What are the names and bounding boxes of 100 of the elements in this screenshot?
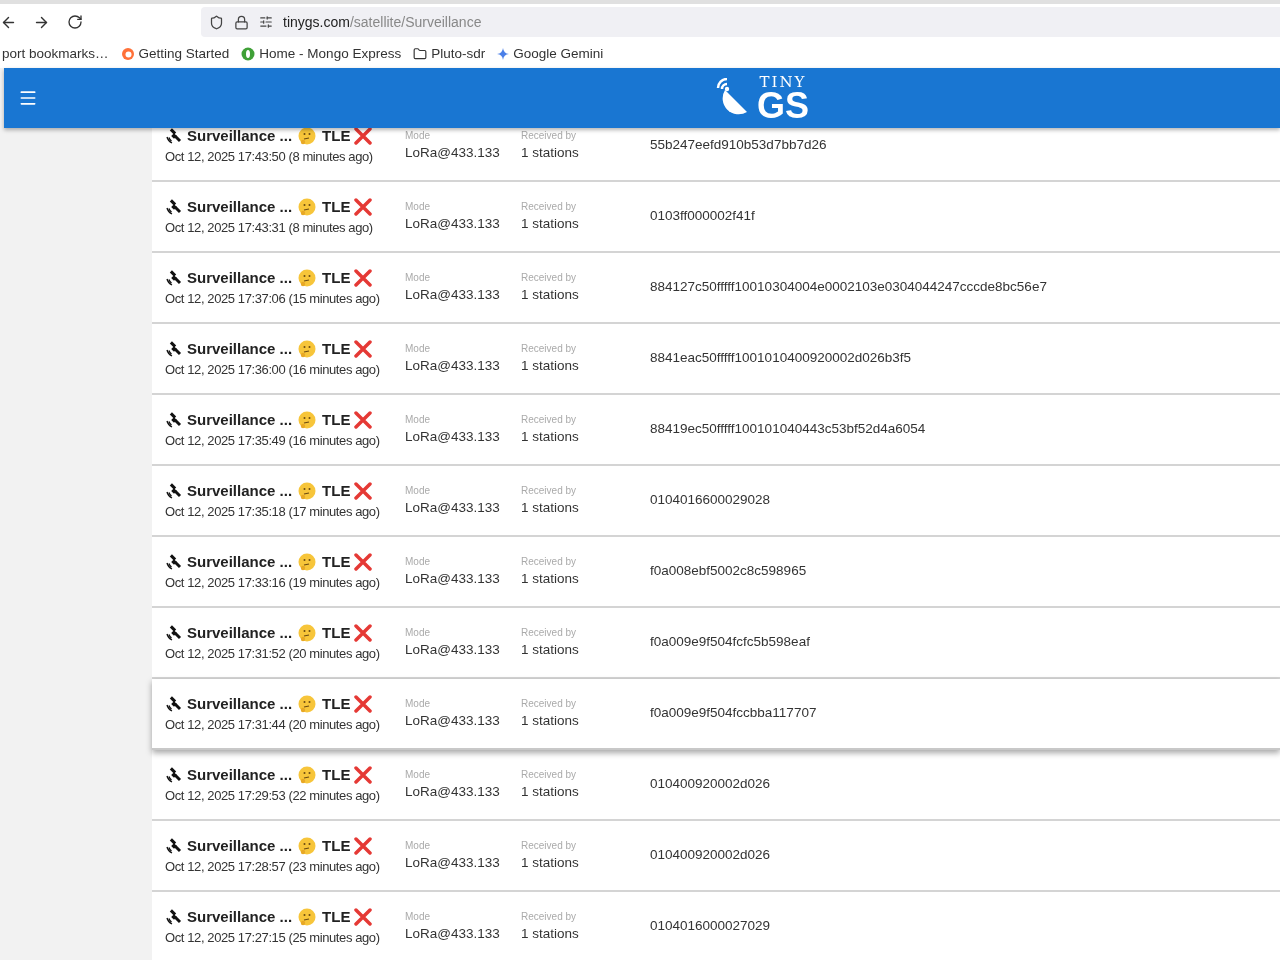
mode-label: Mode: [405, 554, 431, 569]
bookmark-item[interactable]: Home - Mongo Express: [241, 43, 402, 65]
received-label: Received by: [521, 625, 578, 640]
packet-date: Oct 12, 2025 17:35:18 (17 minutes ago): [165, 502, 380, 521]
packet-card[interactable]: Surveillance ... TLE Oct 12, 2025 17:35:49 (16 minutes ago) Mode LoRa@433.133 Received by 1 stations 88419ec50fffff100101040443c53bf52d4a6054: [152, 395, 1280, 466]
mode-value: LoRa@433.133: [405, 427, 501, 446]
satellite-name: Surveillance ...: [187, 196, 293, 217]
packet-card[interactable]: Surveillance ... TLE Oct 12, 2025 17:37:06 (15 minutes ago) Mode LoRa@433.133 Received by 1 stations 884127c50fffff10010304004e0002103e0304044247cccde8bc56e7: [152, 253, 1280, 324]
tle-label: TLE: [322, 764, 351, 785]
shield-icon: [209, 14, 224, 30]
tle-label: TLE: [322, 267, 351, 288]
packet-card[interactable]: Surveillance ... TLE Oct 12, 2025 17:28:57 (23 minutes ago) Mode LoRa@433.133 Received by 1 stations 010400920002d026: [152, 821, 1280, 892]
received-value: 1 stations: [521, 285, 580, 304]
mode-value: LoRa@433.133: [405, 782, 501, 801]
cross-icon: [354, 268, 373, 287]
cross-icon: [354, 694, 373, 713]
satellite-icon: [165, 128, 183, 145]
thinking-face-icon: [298, 765, 317, 784]
tle-label: TLE: [322, 693, 351, 714]
bookmark-item[interactable]: Google Gemini: [497, 43, 604, 65]
thinking-face-icon: [298, 836, 317, 855]
tle-label: TLE: [322, 409, 351, 430]
packet-card[interactable]: Surveillance ... TLE Oct 12, 2025 17:33:16 (19 minutes ago) Mode LoRa@433.133 Received by 1 stations f0a008ebf5002c8c598965: [152, 537, 1280, 608]
cross-icon: [354, 765, 373, 784]
satellite-icon: [165, 552, 183, 571]
cross-icon: [354, 836, 373, 855]
packet-date: Oct 12, 2025 17:37:06 (15 minutes ago): [165, 289, 380, 308]
satellite-name: Surveillance ...: [187, 480, 293, 501]
bookmark-item[interactable]: port bookmarks…: [2, 43, 109, 65]
tle-label: TLE: [322, 128, 351, 146]
bookmark-item[interactable]: Getting Started: [120, 43, 230, 65]
satellite-name: Surveillance ...: [187, 622, 293, 643]
thinking-face-icon: [298, 907, 317, 926]
packet-card[interactable]: Surveillance ... TLE Oct 12, 2025 17:35:18 (17 minutes ago) Mode LoRa@433.133 Received by 1 stations 0104016600029028: [152, 466, 1280, 537]
received-label: Received by: [521, 199, 578, 214]
cross-icon: [354, 481, 373, 500]
packet-card[interactable]: Surveillance ... TLE Oct 12, 2025 17:43:50 (8 minutes ago) Mode LoRa@433.133 Received by 1 stations 55b247eefd910b53d7bb7d26: [152, 128, 1280, 182]
packet-date: Oct 12, 2025 17:43:50 (8 minutes ago): [165, 147, 373, 166]
packet-card[interactable]: Surveillance ... TLE Oct 12, 2025 17:27:15 (25 minutes ago) Mode LoRa@433.133 Received by 1 stations 0104016000027029: [152, 892, 1280, 960]
permissions-icon: [259, 15, 273, 29]
thinking-face-icon: [298, 552, 317, 571]
received-value: 1 stations: [521, 498, 580, 517]
satellite-icon: [165, 694, 183, 713]
received-label: Received by: [521, 838, 578, 853]
received-label: Received by: [521, 128, 578, 143]
mode-value: LoRa@433.133: [405, 214, 501, 233]
tle-label: TLE: [322, 480, 351, 501]
packet-data: f0a009e9f504fcfc5b598eaf: [650, 633, 810, 652]
bookmark-item[interactable]: Pluto-sdr: [413, 43, 486, 65]
reload-icon[interactable]: [67, 14, 83, 30]
browser-logo-icon: [120, 47, 135, 61]
packet-data: f0a008ebf5002c8c598965: [650, 562, 807, 581]
thinking-face-icon: [298, 694, 317, 713]
packet-date: Oct 12, 2025 17:31:44 (20 minutes ago): [165, 715, 380, 734]
received-label: Received by: [521, 554, 578, 569]
mode-label: Mode: [405, 909, 431, 924]
sparkle-icon: [497, 48, 510, 60]
cross-icon: [354, 907, 373, 926]
packet-card[interactable]: Surveillance ... TLE Oct 12, 2025 17:31:52 (20 minutes ago) Mode LoRa@433.133 Received by 1 stations f0a009e9f504fcfc5b598eaf: [152, 608, 1280, 679]
packet-card[interactable]: Surveillance ... TLE Oct 12, 2025 17:36:00 (16 minutes ago) Mode LoRa@433.133 Received by 1 stations 8841eac50fffff1001010400920002d026b3f5: [152, 324, 1280, 395]
received-value: 1 stations: [521, 924, 580, 943]
packet-data: 0103ff000002f41f: [650, 207, 755, 226]
packet-card[interactable]: Surveillance ... TLE Oct 12, 2025 17:43:31 (8 minutes ago) Mode LoRa@433.133 Received by 1 stations 0103ff000002f41f: [152, 182, 1280, 253]
menu-icon[interactable]: [18, 88, 38, 108]
packet-data: 55b247eefd910b53d7bb7d26: [650, 136, 827, 155]
mode-value: LoRa@433.133: [405, 924, 501, 943]
satellite-icon: [165, 765, 183, 784]
received-value: 1 stations: [521, 640, 580, 659]
address-bar[interactable]: tinygs.com/satellite/Surveillance: [201, 7, 1280, 37]
mode-label: Mode: [405, 625, 431, 640]
mode-value: LoRa@433.133: [405, 285, 501, 304]
satellite-name: Surveillance ...: [187, 128, 293, 146]
packet-date: Oct 12, 2025 17:27:15 (25 minutes ago): [165, 928, 380, 947]
thinking-face-icon: [298, 197, 317, 216]
packet-card[interactable]: Surveillance ... TLE Oct 12, 2025 17:29:53 (22 minutes ago) Mode LoRa@433.133 Received by 1 stations 010400920002d026: [152, 750, 1280, 821]
packet-date: Oct 12, 2025 17:36:00 (16 minutes ago): [165, 360, 380, 379]
lock-icon: [234, 14, 249, 30]
packet-data: 010400920002d026: [650, 846, 771, 865]
thinking-face-icon: [298, 339, 317, 358]
satellite-name: Surveillance ...: [187, 835, 293, 856]
logo-small-text: TINY: [759, 74, 807, 90]
satellite-icon: [165, 339, 183, 358]
received-label: Received by: [521, 341, 578, 356]
packet-card[interactable]: Surveillance ... TLE Oct 12, 2025 17:31:44 (20 minutes ago) Mode LoRa@433.133 Received by 1 stations f0a009e9f504fccbba117707: [152, 679, 1280, 750]
packet-data: 8841eac50fffff1001010400920002d026b3f5: [650, 349, 912, 368]
tle-label: TLE: [322, 906, 351, 927]
thinking-face-icon: [298, 481, 317, 500]
satellite-name: Surveillance ...: [187, 693, 293, 714]
mode-value: LoRa@433.133: [405, 853, 501, 872]
mode-value: LoRa@433.133: [405, 356, 501, 375]
satellite-name: Surveillance ...: [187, 551, 293, 572]
satellite-name: Surveillance ...: [187, 906, 293, 927]
received-value: 1 stations: [521, 427, 580, 446]
satellite-icon: [165, 481, 183, 500]
received-value: 1 stations: [521, 711, 580, 730]
satellite-icon: [165, 836, 183, 855]
mode-label: Mode: [405, 270, 431, 285]
thinking-face-icon: [298, 128, 317, 145]
thinking-face-icon: [298, 268, 317, 287]
cross-icon: [354, 552, 373, 571]
